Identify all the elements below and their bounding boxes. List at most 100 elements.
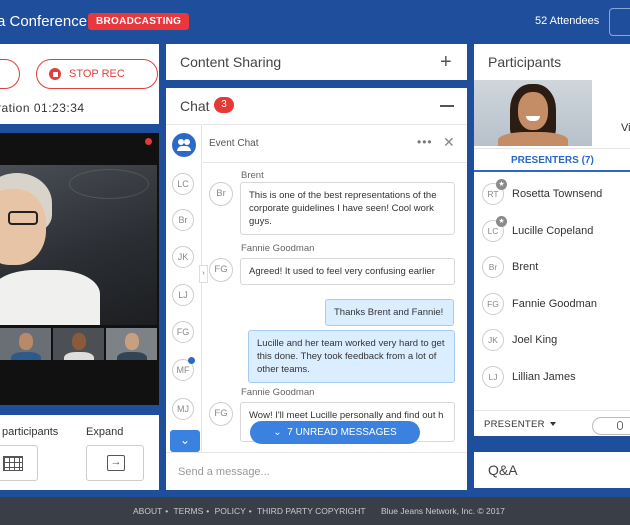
top-header: a Conference BROADCASTING 52 Attendees (0, 0, 630, 44)
layout-controls: participants Expand → (0, 415, 159, 490)
participant-name: Lillian James (512, 371, 576, 383)
footer-link-copyright[interactable]: THIRD PARTY COPYRIGHT (257, 506, 366, 516)
microphone-icon (617, 421, 623, 430)
content-sharing-title: Content Sharing (180, 54, 282, 70)
stop-rec-label: STOP REC (69, 68, 125, 80)
participant-avatar: Br (482, 256, 504, 278)
menu-button[interactable] (609, 8, 630, 36)
chat-message-outgoing: Thanks Brent and Fannie! (325, 299, 454, 326)
star-icon: ★ (496, 216, 507, 227)
mute-all-button[interactable] (592, 417, 630, 435)
call-duration: ration 01:23:34 (0, 101, 85, 115)
conversation-avatar[interactable]: JK (172, 246, 194, 268)
participant-row[interactable]: LJ Lillian James (474, 362, 630, 392)
participant-name: Lucille Copeland (512, 225, 594, 237)
leave-button[interactable] (0, 59, 20, 89)
qa-panel[interactable]: Q&A (474, 452, 630, 488)
participant-row[interactable]: Br Brent (474, 252, 630, 282)
footer: ABOUT • TERMS • POLICY • THIRD PARTY COPYRI… (0, 497, 630, 525)
conversation-avatar[interactable]: LC (172, 173, 194, 195)
chat-conversation-list: LC Br JK LJ FG MF MJ ⌄ (166, 124, 202, 452)
meeting-controls: STOP REC ration 01:23:34 (0, 44, 159, 124)
star-icon: ★ (496, 179, 507, 190)
qa-title: Q&A (488, 462, 518, 478)
conversation-avatar[interactable]: MJ (172, 398, 194, 420)
broadcasting-badge: BROADCASTING (88, 13, 190, 30)
participants-footer: PRESENTER (474, 410, 630, 436)
video-label: Vi (621, 122, 630, 134)
footer-link-terms[interactable]: TERMS (173, 506, 203, 516)
minimize-icon[interactable] (440, 105, 454, 107)
participant-avatar: JK (482, 329, 504, 351)
participant-row[interactable]: LC ★ Lucille Copeland (474, 216, 630, 246)
chat-input-area (166, 452, 467, 490)
attendee-count[interactable]: 52 Attendees (535, 15, 599, 27)
participant-avatar: FG (482, 293, 504, 315)
conversation-avatar[interactable]: LJ (172, 284, 194, 306)
participant-name: Joel King (512, 334, 558, 346)
conference-title: a Conference (0, 13, 88, 30)
participant-name: Rosetta Townsend (512, 188, 603, 200)
role-select-label: PRESENTER (484, 419, 545, 430)
message-sender: Fannie Goodman (241, 387, 315, 398)
participants-title: Participants (488, 54, 562, 70)
conversation-avatar[interactable]: FG (172, 321, 194, 343)
unread-dot (188, 357, 195, 364)
chat-message: Agreed! It used to feel very confusing e… (240, 258, 455, 285)
participant-name: Fannie Goodman (512, 298, 597, 310)
participant-name: Brent (512, 261, 539, 273)
footer-links: ABOUT • TERMS • POLICY • THIRD PARTY COPYRI… (133, 506, 366, 516)
presenters-tab-label: PRESENTERS (7) (511, 155, 594, 166)
event-chat-label: Event Chat (209, 138, 259, 149)
video-thumbnail[interactable] (0, 328, 51, 360)
chat-messages: Event Chat ••• ✕ Brent Br This is one of… (203, 124, 467, 452)
more-options-icon[interactable]: ••• (417, 135, 433, 149)
expand-button[interactable]: → (86, 445, 144, 481)
message-avatar: Br (209, 182, 233, 206)
message-sender: Fannie Goodman (241, 243, 315, 254)
content-sharing-panel: Content Sharing + (166, 44, 467, 80)
chat-header: Event Chat ••• ✕ (203, 125, 467, 163)
unread-messages-button[interactable]: ⌄ 7 UNREAD MESSAGES (250, 421, 420, 444)
main-video[interactable] (0, 165, 157, 325)
chevron-right-icon[interactable]: › (199, 265, 208, 283)
plus-icon[interactable]: + (440, 52, 452, 72)
chat-title: Chat (180, 98, 210, 114)
participant-video[interactable] (474, 80, 592, 146)
participants-layout-label: participants (2, 426, 59, 438)
participant-row[interactable]: JK Joel King (474, 325, 630, 355)
chat-message: This is one of the best representations … (240, 182, 455, 235)
participants-panel: Participants Vi PRESENTERS (7) RT ★ Rose… (474, 44, 630, 436)
unread-messages-label: 7 UNREAD MESSAGES (287, 427, 397, 438)
participant-row[interactable]: RT ★ Rosetta Townsend (474, 179, 630, 209)
video-thumbnail[interactable] (53, 328, 104, 360)
video-area (0, 133, 159, 405)
chat-message-outgoing: Lucille and her team worked very hard to… (248, 330, 455, 383)
chat-unread-badge: 3 (214, 97, 234, 113)
message-avatar: FG (209, 258, 233, 282)
footer-link-about[interactable]: ABOUT (133, 506, 162, 516)
stop-record-icon (49, 68, 61, 80)
event-chat-icon[interactable] (172, 133, 196, 157)
footer-link-policy[interactable]: POLICY (215, 506, 246, 516)
participant-avatar: LJ (482, 366, 504, 388)
tab-presenters[interactable]: PRESENTERS (7) (474, 148, 630, 172)
stop-rec-button[interactable]: STOP REC (36, 59, 158, 89)
video-thumbnails (0, 328, 157, 360)
close-icon[interactable]: ✕ (443, 134, 455, 151)
role-select[interactable]: PRESENTER (484, 419, 556, 430)
video-thumbnail[interactable] (106, 328, 157, 360)
participant-row[interactable]: FG Fannie Goodman (474, 289, 630, 319)
expand-label: Expand (86, 426, 124, 438)
conversation-avatar[interactable]: Br (172, 209, 194, 231)
caret-down-icon (549, 422, 556, 426)
message-sender: Brent (241, 170, 264, 181)
grid-layout-button[interactable] (0, 445, 38, 481)
grid-icon (3, 456, 23, 471)
message-input[interactable] (178, 462, 458, 482)
expand-arrow-icon: → (107, 455, 125, 471)
footer-copyright: Blue Jeans Network, Inc. © 2017 (381, 506, 505, 516)
conversation-mf: MF (166, 357, 202, 381)
chevron-down-icon: ⌄ (273, 427, 288, 438)
chevron-down-icon[interactable]: ⌄ (170, 430, 200, 452)
